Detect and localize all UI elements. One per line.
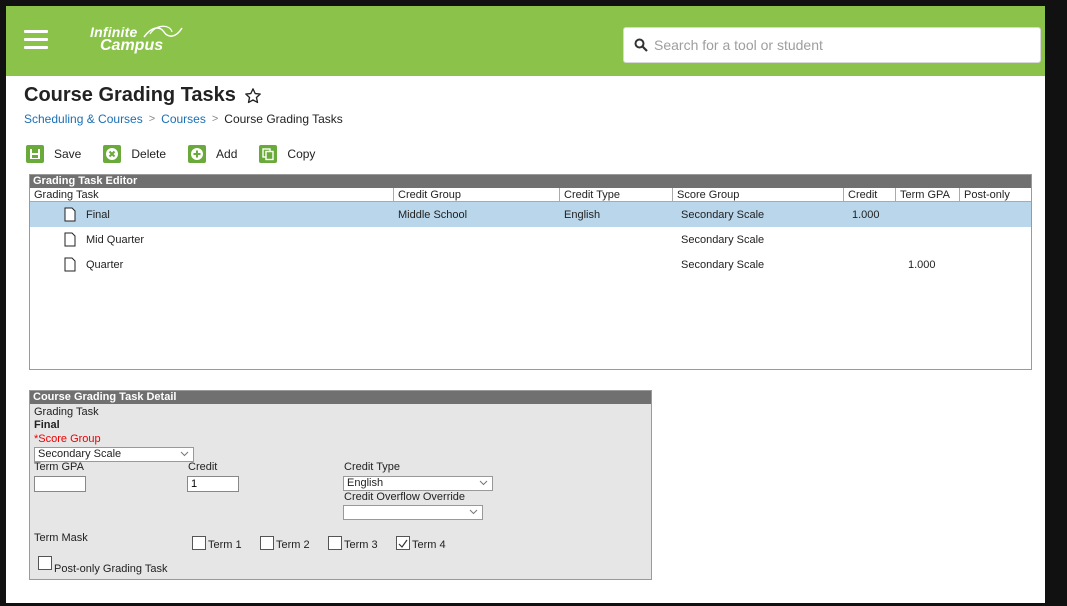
course-grading-task-detail: Course Grading Task Detail Grading Task … [29, 390, 652, 580]
breadcrumb-scheduling-courses[interactable]: Scheduling & Courses [24, 112, 143, 126]
col-credit-type[interactable]: Credit Type [560, 188, 673, 201]
credit-group-cell: Middle School [398, 208, 468, 221]
chevron-right-icon: > [211, 113, 219, 125]
term-gpa-label: Term GPA [34, 461, 84, 473]
credit-label: Credit [188, 461, 218, 473]
app-logo[interactable]: Infinite Campus [90, 25, 183, 54]
col-grading-task[interactable]: Grading Task [30, 188, 394, 201]
task-name: Quarter [86, 258, 124, 271]
term-2-checkbox[interactable] [260, 536, 274, 550]
col-post-only[interactable]: Post-only [960, 188, 1031, 201]
table-row[interactable]: Final Middle School English Secondary Sc… [30, 202, 1031, 227]
term-3-checkbox[interactable] [328, 536, 342, 550]
score-group-value: Secondary Scale [38, 448, 122, 460]
document-icon [64, 232, 76, 247]
check-icon [398, 539, 408, 548]
menu-icon[interactable] [24, 30, 48, 50]
delete-label: Delete [131, 147, 167, 161]
term-4-label: Term 4 [412, 539, 446, 551]
task-cell: Mid Quarter [30, 232, 394, 247]
search-input[interactable] [654, 37, 1024, 53]
credit-input[interactable] [187, 476, 239, 492]
action-toolbar: Save Delete Add Copy [26, 144, 337, 164]
credit-cell: 1.000 [852, 208, 880, 221]
table-row[interactable]: Quarter Secondary Scale 1.000 [30, 252, 1031, 277]
add-button[interactable]: Add [188, 145, 237, 163]
grading-task-value: Final [34, 419, 60, 431]
score-group-label: *Score Group [34, 433, 101, 445]
add-icon [188, 145, 207, 163]
chevron-down-icon [469, 509, 478, 515]
credit-overflow-label: Credit Overflow Override [344, 491, 466, 503]
credit-type-value: English [347, 477, 384, 489]
grading-task-editor: Grading Task Editor Grading Task Credit … [29, 174, 1032, 370]
search-icon [634, 38, 648, 52]
title-row: Course Grading Tasks [24, 84, 262, 107]
task-cell: Final [30, 207, 394, 222]
credit-type-select[interactable]: English [343, 476, 493, 491]
star-icon[interactable] [244, 87, 262, 105]
table-row[interactable]: Mid Quarter Secondary Scale [30, 227, 1031, 252]
col-credit-group[interactable]: Credit Group [394, 188, 560, 201]
breadcrumb-current: Course Grading Tasks [224, 112, 343, 126]
post-only-checkbox[interactable] [38, 556, 52, 570]
page-title: Course Grading Tasks [24, 84, 236, 106]
save-button[interactable]: Save [26, 145, 81, 163]
post-only-label: Post-only Grading Task [54, 563, 168, 575]
term-3-label: Term 3 [344, 539, 378, 551]
score-group-select[interactable]: Secondary Scale [34, 447, 194, 462]
credit-type-cell: English [564, 208, 601, 221]
logo-swoosh-icon [143, 25, 183, 38]
save-label: Save [54, 147, 82, 161]
task-name: Final [86, 208, 110, 221]
score-group-cell: Secondary Scale [681, 233, 765, 246]
term-mask-label: Term Mask [34, 532, 88, 544]
task-name: Mid Quarter [86, 233, 145, 246]
delete-button[interactable]: Delete [103, 145, 166, 163]
chevron-down-icon [180, 451, 189, 457]
add-label: Add [216, 147, 238, 161]
copy-button[interactable]: Copy [259, 145, 315, 163]
grading-task-label: Grading Task [34, 406, 99, 418]
credit-overflow-select[interactable] [343, 505, 483, 520]
chevron-right-icon: > [148, 113, 156, 125]
detail-title: Course Grading Task Detail [30, 391, 651, 404]
term-2-label: Term 2 [276, 539, 310, 551]
term-1-label: Term 1 [208, 539, 242, 551]
score-group-cell: Secondary Scale [681, 258, 765, 271]
term-gpa-cell: 1.000 [908, 258, 936, 271]
credit-type-label: Credit Type [344, 461, 401, 473]
breadcrumb-courses[interactable]: Courses [161, 112, 206, 126]
term-gpa-input[interactable] [34, 476, 86, 492]
document-icon [64, 207, 76, 222]
copy-label: Copy [287, 147, 316, 161]
task-cell: Quarter [30, 257, 394, 272]
editor-title: Grading Task Editor [30, 175, 1031, 188]
term-4-checkbox[interactable] [396, 536, 410, 550]
col-credit[interactable]: Credit [844, 188, 896, 201]
col-term-gpa[interactable]: Term GPA [896, 188, 960, 201]
term-1-checkbox[interactable] [192, 536, 206, 550]
score-group-cell: Secondary Scale [681, 208, 765, 221]
delete-icon [103, 145, 122, 163]
search-box[interactable] [623, 27, 1041, 63]
copy-icon [259, 145, 278, 163]
document-icon [64, 257, 76, 272]
save-icon [26, 145, 44, 163]
col-score-group[interactable]: Score Group [673, 188, 844, 201]
top-bar: Infinite Campus [6, 6, 1045, 76]
chevron-down-icon [479, 480, 488, 486]
breadcrumb: Scheduling & Courses > Courses > Course … [24, 112, 343, 126]
editor-column-headers: Grading Task Credit Group Credit Type Sc… [30, 188, 1031, 202]
